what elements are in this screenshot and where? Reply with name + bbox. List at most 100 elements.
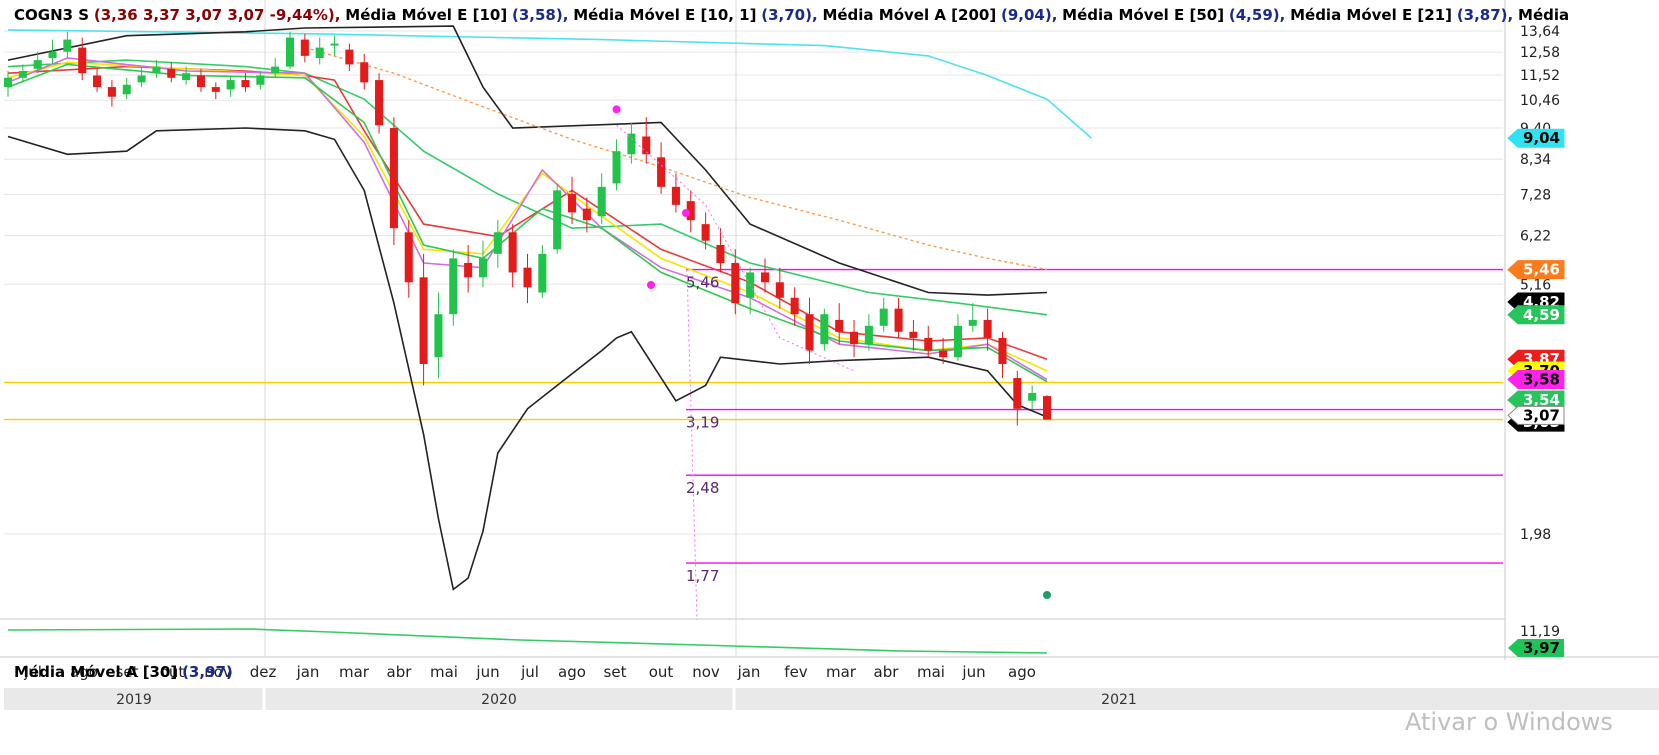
candle-body [627, 133, 636, 155]
indicator-value: (9,04), [1000, 6, 1058, 24]
chart-container[interactable]: 5,463,192,481,77 13,6412,5811,5210,469,4… [0, 0, 1659, 751]
x-month-label: abr [874, 663, 900, 681]
price-tag-label: 9,04 [1523, 129, 1560, 147]
candle-body [434, 314, 443, 358]
candle-body [939, 350, 948, 358]
x-month-label: out [649, 663, 674, 681]
candle-body [182, 73, 191, 81]
x-month-label: mar [826, 663, 857, 681]
indicator-name[interactable]: Média [1518, 6, 1569, 24]
candle-body [1042, 396, 1052, 420]
ohlc-values: (3,36 3,37 3,07 3,07 -9,44%), [93, 6, 341, 24]
x-month-label: nov [692, 663, 720, 681]
candle-body [18, 71, 27, 78]
symbol-label: COGN3 S [14, 6, 90, 24]
candle-body [122, 84, 131, 95]
candle-body [1013, 378, 1022, 409]
indicator-name[interactable]: Média Móvel E [10] [345, 6, 507, 24]
candle-body [419, 277, 428, 364]
indicator-name[interactable]: Média Móvel E [50] [1062, 6, 1224, 24]
x-month-label: jul [520, 663, 539, 681]
fib-level-label: 5,46 [686, 274, 719, 292]
subchart-indicator-value: (3,97) [182, 663, 233, 681]
fib-level-label: 1,77 [686, 567, 719, 585]
x-month-label: jun [961, 663, 985, 681]
indicator-name[interactable]: Média Móvel A [200] [822, 6, 996, 24]
candle-body [968, 319, 977, 326]
candle-body [716, 244, 725, 263]
candle-body [805, 314, 814, 351]
subchart-indicator-name[interactable]: Média Móvel A [30] [14, 663, 177, 681]
y-tick-label: 6,22 [1520, 229, 1551, 245]
candle-body [538, 253, 547, 293]
x-month-label: ago [558, 663, 586, 681]
candle-body [879, 308, 888, 326]
candle-body [835, 319, 844, 332]
candle-body [657, 157, 666, 187]
x-month-label: jan [296, 663, 320, 681]
candle-body [478, 258, 487, 278]
x-month-label: ago [1008, 663, 1036, 681]
candle-body [449, 258, 458, 315]
indicator-name[interactable]: Média Móvel E [10, 1] [573, 6, 756, 24]
candle-body [568, 193, 577, 213]
candle-body [241, 80, 250, 88]
x-month-label: mar [339, 663, 370, 681]
fib-level-label: 2,48 [686, 479, 719, 497]
candle-body [345, 49, 354, 65]
year-band [4, 688, 1659, 710]
candle-body [404, 232, 413, 283]
candle-body [864, 325, 873, 345]
candle-body [48, 51, 57, 58]
pivot-marker [612, 105, 621, 114]
candle-body [597, 186, 606, 217]
candle-body [167, 68, 176, 78]
candle-body [226, 80, 235, 90]
indicator-value: (3,70), [761, 6, 818, 24]
chart-title: COGN3 S (3,36 3,37 3,07 3,07 -9,44%), Mé… [14, 6, 1569, 24]
subchart-title: Média Móvel A [30] (3,97) [14, 663, 233, 681]
signal-dot [1043, 591, 1051, 599]
x-month-label: mai [430, 663, 458, 681]
candle-body [63, 39, 72, 52]
candle-body [256, 75, 265, 85]
candle-body [820, 314, 829, 345]
candle-body [285, 37, 295, 67]
candle-body [894, 308, 903, 332]
candle-body [152, 66, 161, 74]
candle-body [211, 87, 220, 92]
pivot-marker [682, 209, 690, 217]
candle-body [612, 151, 621, 184]
candle-body [360, 62, 369, 83]
candle-body [330, 43, 339, 46]
year-label: 2020 [481, 692, 517, 708]
candle-body [909, 331, 918, 338]
candle-body [582, 208, 591, 221]
indicator-value: (4,59), [1228, 6, 1286, 24]
chart-background [0, 0, 1659, 751]
y-tick-label: 7,28 [1520, 188, 1551, 204]
x-month-label: dez [250, 663, 277, 681]
candle-body [196, 75, 205, 88]
y-tick-label: 10,46 [1520, 93, 1560, 109]
x-month-label: abr [387, 663, 413, 681]
price-tag-label: 3,07 [1523, 406, 1560, 424]
chart-svg[interactable]: 5,463,192,481,77 13,6412,5811,5210,469,4… [0, 0, 1659, 751]
x-month-label: set [604, 663, 627, 681]
candle-body [1028, 392, 1037, 401]
candle-body [300, 39, 309, 56]
y-tick-label: 1,98 [1520, 527, 1551, 543]
y-tick-label: 13,64 [1520, 24, 1560, 40]
candle-body [93, 75, 102, 88]
candle-body [850, 331, 859, 345]
candle-body [271, 66, 280, 74]
subchart-axis-label: 11,19 [1520, 624, 1560, 640]
candle-body [107, 87, 116, 97]
candle-body [137, 75, 146, 83]
x-month-label: jan [737, 663, 761, 681]
indicator-name[interactable]: Média Móvel E [21] [1290, 6, 1452, 24]
candle-body [998, 337, 1007, 364]
candle-body [953, 325, 962, 358]
subchart-price-tag-label: 3,97 [1523, 639, 1560, 657]
y-tick-label: 8,34 [1520, 152, 1551, 168]
